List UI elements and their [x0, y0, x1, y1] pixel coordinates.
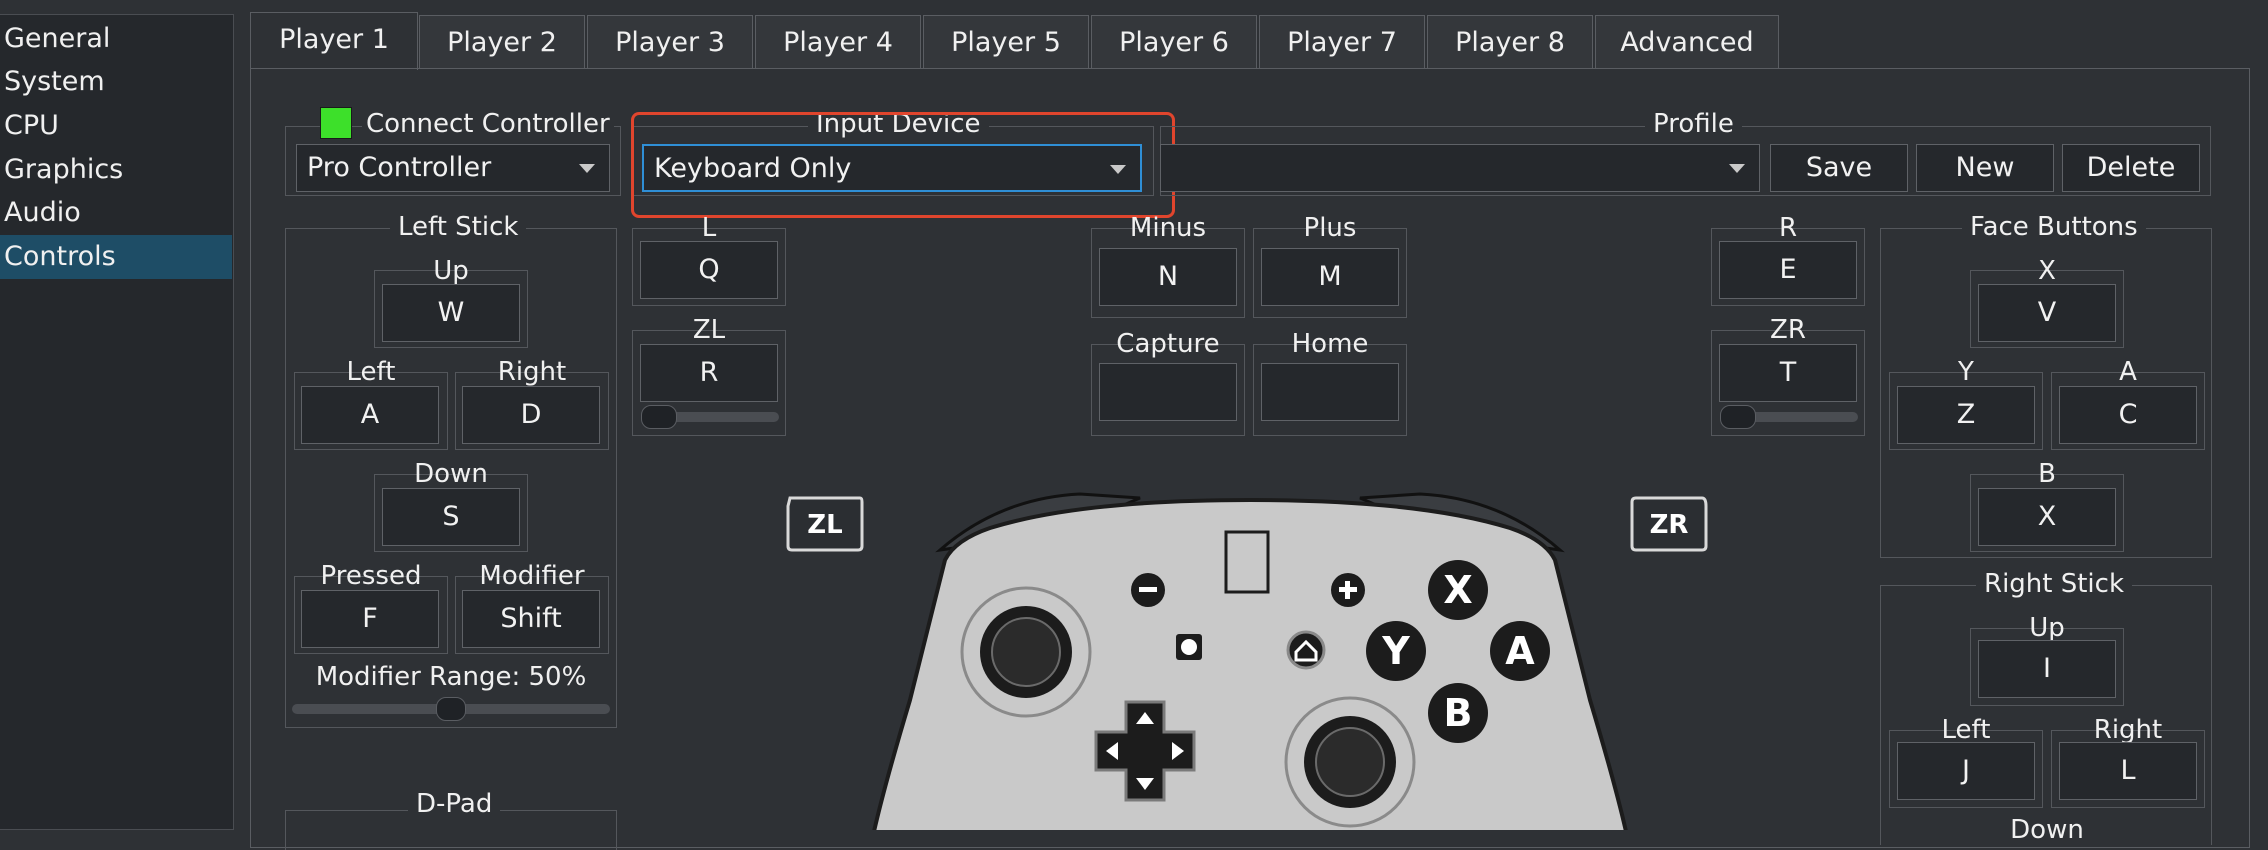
pro-controller-image: ZL ZR X Y A B	[786, 492, 1708, 830]
right-analog-stick-icon	[1284, 696, 1416, 828]
left-stick-down-button[interactable]: S	[382, 488, 520, 546]
zr-badge: ZR	[1630, 496, 1708, 552]
face-b-button[interactable]: X	[1978, 488, 2116, 546]
sidebar-item-graphics[interactable]: Graphics	[0, 148, 232, 192]
svg-text:Y: Y	[1381, 629, 1410, 673]
zl-button[interactable]: R	[640, 344, 778, 402]
input-device-highlight	[631, 112, 1175, 218]
home-button[interactable]	[1261, 363, 1399, 421]
svg-text:X: X	[1443, 568, 1472, 612]
left-stick-modifier-label: Modifier	[479, 561, 585, 591]
left-stick-left-button[interactable]: A	[301, 386, 439, 444]
tab-player-6[interactable]: Player 6	[1091, 15, 1257, 69]
plus-icon	[1331, 573, 1365, 607]
left-stick-pressed-button[interactable]: F	[301, 590, 439, 648]
minus-label: Minus	[1129, 213, 1207, 243]
profile-save-button[interactable]: Save	[1770, 144, 1908, 192]
l-label: L	[701, 213, 717, 243]
left-stick-left-label: Left	[346, 357, 396, 387]
right-stick-up-button[interactable]: I	[1978, 640, 2116, 698]
right-stick-up-label: Up	[2029, 613, 2065, 643]
left-stick-up-label: Up	[433, 256, 469, 286]
tab-player-5[interactable]: Player 5	[923, 15, 1089, 69]
right-stick-right-button[interactable]: L	[2059, 742, 2197, 800]
plus-label: Plus	[1303, 213, 1357, 243]
capture-icon	[1176, 634, 1202, 660]
tab-player-8[interactable]: Player 8	[1427, 15, 1593, 69]
controller-type-value: Pro Controller	[307, 152, 492, 183]
left-stick-down-label: Down	[414, 459, 488, 489]
face-x-label: X	[2038, 256, 2056, 286]
svg-text:ZR: ZR	[1650, 510, 1689, 540]
sidebar-item-audio[interactable]: Audio	[0, 191, 232, 235]
sidebar-item-cpu[interactable]: CPU	[0, 104, 232, 148]
left-stick-up-button[interactable]: W	[382, 284, 520, 342]
zr-button[interactable]: T	[1719, 344, 1857, 402]
right-stick-title: Right Stick	[1976, 570, 2133, 598]
zl-threshold-slider-handle[interactable]	[641, 405, 677, 429]
modifier-range-label: Modifier Range: 50%	[315, 662, 587, 692]
face-x-button[interactable]: V	[1978, 284, 2116, 342]
tab-player-1[interactable]: Player 1	[250, 12, 418, 70]
zr-label: ZR	[1770, 315, 1806, 345]
minus-button[interactable]: N	[1099, 248, 1237, 306]
settings-sidebar: General System CPU Graphics Audio Contro…	[0, 14, 234, 830]
profile-delete-button[interactable]: Delete	[2062, 144, 2200, 192]
face-b-label: B	[2038, 459, 2056, 489]
sidebar-item-system[interactable]: System	[0, 60, 232, 104]
face-y-label: Y	[1958, 357, 1974, 387]
capture-label: Capture	[1116, 329, 1220, 359]
tab-player-3[interactable]: Player 3	[587, 15, 753, 69]
zr-threshold-slider-handle[interactable]	[1720, 405, 1756, 429]
profile-new-button[interactable]: New	[1916, 144, 2054, 192]
left-stick-pressed-label: Pressed	[320, 561, 422, 591]
a-button-icon: A	[1490, 621, 1550, 681]
minus-icon	[1131, 573, 1165, 607]
profile-select[interactable]	[1160, 144, 1760, 192]
b-button-icon: B	[1428, 683, 1488, 743]
left-stick-right-button[interactable]: D	[462, 386, 600, 444]
left-stick-right-label: Right	[497, 357, 567, 387]
connect-controller-checkbox[interactable]	[320, 107, 352, 139]
home-label: Home	[1291, 329, 1369, 359]
svg-text:ZL: ZL	[807, 510, 842, 540]
profile-title: Profile	[1645, 110, 1742, 138]
sidebar-item-controls[interactable]: Controls	[0, 235, 232, 279]
plus-button[interactable]: M	[1261, 248, 1399, 306]
x-button-icon: X	[1428, 560, 1488, 620]
chevron-down-icon	[579, 164, 595, 173]
l-button[interactable]: Q	[640, 241, 778, 299]
tab-player-4[interactable]: Player 4	[755, 15, 921, 69]
face-buttons-title: Face Buttons	[1962, 213, 2146, 241]
sidebar-item-general[interactable]: General	[0, 17, 232, 61]
right-stick-left-button[interactable]: J	[1897, 742, 2035, 800]
tab-player-2[interactable]: Player 2	[419, 15, 585, 69]
home-icon	[1286, 630, 1326, 670]
r-label: R	[1778, 213, 1798, 243]
r-button[interactable]: E	[1719, 241, 1857, 299]
connect-controller-label: Connect Controller	[362, 110, 614, 138]
right-stick-down-label: Down	[2010, 815, 2084, 845]
tab-advanced[interactable]: Advanced	[1595, 15, 1779, 69]
left-stick-title: Left Stick	[390, 213, 527, 241]
chevron-down-icon	[1729, 164, 1745, 173]
zl-badge: ZL	[786, 496, 864, 552]
svg-text:A: A	[1505, 629, 1535, 673]
tab-player-7[interactable]: Player 7	[1259, 15, 1425, 69]
capture-button[interactable]	[1099, 363, 1237, 421]
face-a-button[interactable]: C	[2059, 386, 2197, 444]
left-stick-modifier-button[interactable]: Shift	[462, 590, 600, 648]
dpad-title: D-Pad	[408, 790, 501, 818]
zl-label: ZL	[692, 315, 726, 345]
left-analog-stick-icon	[960, 586, 1092, 718]
controller-type-select[interactable]: Pro Controller	[296, 144, 610, 192]
right-stick-right-label: Right	[2093, 715, 2163, 745]
svg-text:B: B	[1444, 691, 1473, 735]
y-button-icon: Y	[1366, 621, 1426, 681]
face-y-button[interactable]: Z	[1897, 386, 2035, 444]
modifier-range-slider-handle[interactable]	[436, 697, 466, 721]
face-a-label: A	[2119, 357, 2137, 387]
right-stick-left-label: Left	[1941, 715, 1991, 745]
